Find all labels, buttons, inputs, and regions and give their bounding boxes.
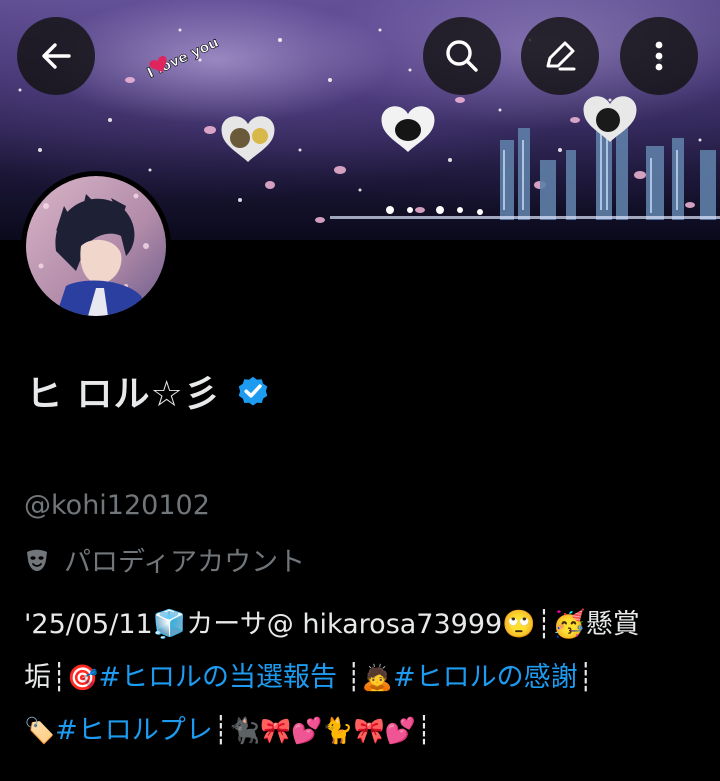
- bio-separator: ┊: [415, 715, 433, 746]
- avatar-image: [26, 176, 166, 316]
- parody-account-label[interactable]: パロディアカウント: [24, 540, 305, 579]
- bio-separator: ┊: [577, 662, 594, 693]
- bio-line-1: '25/05/11🧊カーサ@ hikarosa73999🙄┊🥳懸賞: [24, 598, 704, 651]
- hashtag-link[interactable]: #ヒロルの感謝: [393, 662, 578, 693]
- bio-text: 🥳懸賞: [552, 609, 640, 640]
- hashtag-link[interactable]: #ヒロルの当選報告: [98, 662, 337, 693]
- label-tag-emoji-icon: 🏷️: [24, 716, 56, 745]
- profile-handle: @kohi120102: [24, 490, 210, 521]
- search-icon: [446, 40, 478, 72]
- bio-text: '25/05/11🧊カーサ@ hikarosa73999🙄: [24, 609, 536, 640]
- search-button[interactable]: [423, 17, 501, 95]
- bowing-emoji-icon: 🙇: [361, 663, 394, 692]
- target-emoji-icon: 🎯: [67, 663, 99, 692]
- account-label-text: パロディアカウント: [64, 547, 306, 578]
- more-vertical-icon: [655, 41, 663, 71]
- bio-line-3: 🏷️#ヒロルプレ┊🐈‍⬛🎀💕🐈🎀💕┊: [24, 704, 704, 757]
- svg-text:I love you: I love you: [145, 35, 221, 82]
- bio-separator: ┊: [212, 715, 230, 746]
- bio-text: 垢: [24, 662, 51, 693]
- avatar[interactable]: [21, 171, 171, 321]
- hashtag-link[interactable]: #ヒロルプレ: [55, 715, 213, 746]
- bio-line-2: 垢┊🎯#ヒロルの当選報告 ┊🙇#ヒロルの感謝┊: [24, 651, 704, 704]
- edit-button[interactable]: [521, 17, 599, 95]
- profile-bio: '25/05/11🧊カーサ@ hikarosa73999🙄┊🥳懸賞 垢┊🎯#ヒロ…: [24, 598, 704, 757]
- theater-mask-icon: [27, 549, 47, 571]
- verified-badge-icon[interactable]: [235, 373, 271, 409]
- back-button[interactable]: [17, 17, 95, 95]
- display-name: ヒ ロル☆彡: [26, 374, 221, 415]
- more-button[interactable]: [620, 17, 698, 95]
- bio-separator: ┊: [345, 662, 362, 693]
- profile-name-row: ヒ ロル☆彡: [26, 365, 271, 417]
- bio-separator: ┊: [535, 609, 553, 640]
- pencil-icon: [546, 41, 576, 71]
- bio-separator: ┊: [51, 662, 68, 693]
- cats-hearts-emoji-icon: 🐈‍⬛🎀💕🐈🎀💕: [229, 716, 416, 745]
- arrow-left-icon: [42, 43, 71, 69]
